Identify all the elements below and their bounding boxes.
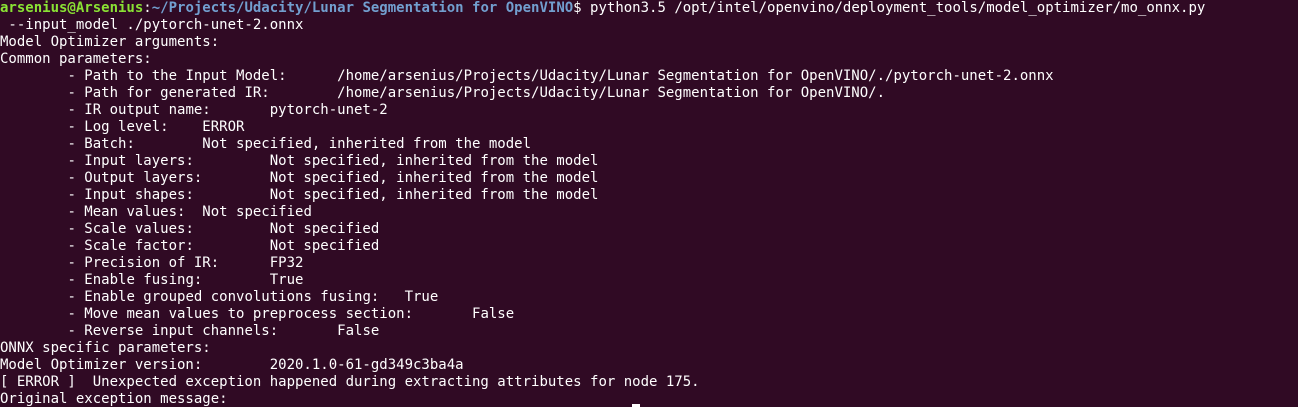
output-line: Common parameters:: [0, 51, 152, 67]
output-line: - IR output name: pytorch-unet-2: [0, 102, 388, 118]
prompt-line: arsenius@Arsenius:~/Projects/Udacity/Lun…: [0, 0, 1298, 17]
output-line: ONNX specific parameters:: [0, 340, 211, 356]
output-line: - Mean values: Not specified: [0, 204, 312, 220]
output-line: - Scale factor: Not specified: [0, 238, 380, 254]
output-line: - Path for generated IR: /home/arsenius/…: [0, 85, 886, 101]
terminal-window[interactable]: arsenius@Arsenius:~/Projects/Udacity/Lun…: [0, 0, 1298, 407]
prompt-symbol: $: [573, 0, 582, 16]
output-line: - Path to the Input Model: /home/arseniu…: [0, 68, 1054, 84]
output-line: - Move mean values to preprocess section…: [0, 306, 515, 322]
error-line: [ ERROR ] Unexpected exception happened …: [0, 374, 700, 390]
output-line: Original exception message:: [0, 391, 237, 407]
output-line: - Precision of IR: FP32: [0, 255, 304, 271]
output-line: - Input shapes: Not specified, inherited…: [0, 187, 599, 203]
output-line: - Input layers: Not specified, inherited…: [0, 153, 599, 169]
prompt-separator: :: [143, 0, 152, 16]
output-line: - Batch: Not specified, inherited from t…: [0, 136, 532, 152]
terminal-scrollbar[interactable]: [1292, 0, 1298, 407]
output-line: Model Optimizer version: 2020.1.0-61-gd3…: [0, 357, 464, 373]
prompt-path: ~/Projects/Udacity/Lunar Segmentation fo…: [151, 0, 574, 16]
output-line: - Output layers: Not specified, inherite…: [0, 170, 599, 186]
output-line: - Scale values: Not specified: [0, 221, 380, 237]
prompt-user-host: arsenius@Arsenius: [0, 0, 144, 16]
output-line: - Log level: ERROR: [0, 119, 245, 135]
output-line: - Enable fusing: True: [0, 272, 304, 288]
prompt-command-continuation: --input_model ./pytorch-unet-2.onnx: [0, 17, 304, 33]
prompt-command: python3.5 /opt/intel/openvino/deployment…: [581, 0, 1206, 16]
output-line: - Enable grouped convolutions fusing: Tr…: [0, 289, 439, 305]
output-line: - Reverse input channels: False: [0, 323, 380, 339]
output-line: Model Optimizer arguments:: [0, 34, 220, 50]
